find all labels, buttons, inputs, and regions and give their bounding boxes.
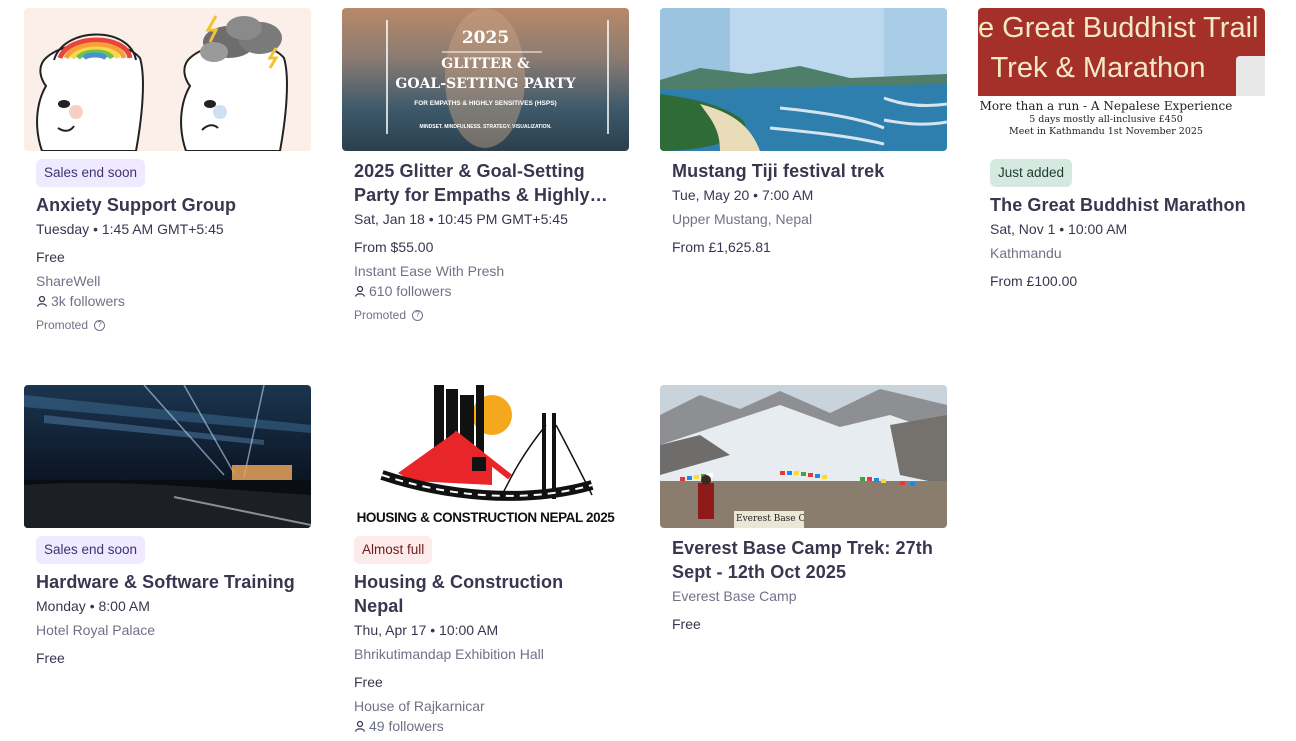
event-title[interactable]: Hardware & Software Training: [36, 570, 299, 594]
event-price: From $55.00: [354, 239, 434, 255]
followers-label: 610 followers: [369, 283, 452, 299]
status-badge: Just added: [990, 159, 1073, 188]
followers-count: 3k followers: [36, 291, 299, 311]
event-image[interactable]: [24, 8, 311, 151]
event-image[interactable]: Everest Base Camp: [660, 385, 947, 528]
event-location: Everest Base Camp: [672, 588, 797, 604]
event-image[interactable]: HOUSING & CONSTRUCTION NEPAL 2025: [342, 385, 629, 528]
event-location: Kathmandu: [990, 245, 1062, 262]
followers-label: 49 followers: [369, 718, 444, 735]
event-date: Tue, May 20 • 7:00 AM: [672, 187, 814, 203]
event-title[interactable]: The Great Buddhist Marathon: [990, 193, 1253, 217]
event-price: From £100.00: [990, 273, 1078, 290]
organizer-name[interactable]: ShareWell: [36, 271, 299, 291]
event-title[interactable]: Mustang Tiji festival trek: [672, 159, 935, 183]
event-card-anxiety-support-group[interactable]: Sales end soon Anxiety Support Group Tue…: [24, 8, 311, 333]
event-price: From £1,625.81: [672, 239, 771, 255]
event-price: Free: [36, 650, 65, 667]
info-icon[interactable]: ?: [94, 319, 106, 331]
poster-line4: MINDSET. MINDFULNESS. STRATEGY. VISUALIZ…: [419, 124, 552, 130]
banner-line2: Trek & Marathon: [990, 52, 1206, 84]
everest-base-camp-photo: [660, 385, 947, 528]
event-location: Bhrikutimandap Exhibition Hall: [354, 646, 544, 663]
promoted-text: Promoted: [36, 318, 89, 333]
event-date: Sat, Nov 1 • 10:00 AM: [990, 221, 1128, 238]
event-card-glitter-party[interactable]: 2025 GLITTER & GOAL-SETTING PARTY FOR EM…: [342, 8, 629, 323]
promoted-text: Promoted: [354, 308, 407, 322]
organizer-name[interactable]: Instant Ease With Presh: [354, 261, 617, 281]
banner-line5: Meet in Kathmandu 1st November 2025: [1009, 126, 1203, 137]
two-heads-illustration: [36, 15, 288, 151]
event-price: Free: [354, 674, 383, 691]
event-image[interactable]: 2025 GLITTER & GOAL-SETTING PARTY FOR EM…: [342, 8, 629, 151]
event-date: Sat, Jan 18 • 10:45 PM GMT+5:45: [354, 211, 568, 227]
event-image[interactable]: e Great Buddhist Trail Trek & Marathon M…: [978, 8, 1265, 151]
camp-sign: Everest Base Camp: [736, 514, 804, 524]
event-date: Monday • 8:00 AM: [36, 598, 150, 615]
stupa-graphic: [1236, 56, 1265, 96]
event-title[interactable]: Everest Base Camp Trek: 27th Sept - 12th…: [672, 536, 934, 584]
event-card-everest-base-camp[interactable]: Everest Base Camp Everest Base Camp Trek…: [660, 385, 947, 634]
event-location: Hotel Royal Palace: [36, 622, 156, 639]
event-card-buddhist-marathon[interactable]: e Great Buddhist Trail Trek & Marathon M…: [978, 8, 1265, 291]
event-title[interactable]: Housing & Construction Nepal: [354, 570, 617, 618]
followers-count: 610 followers: [354, 281, 617, 301]
event-card-mustang-tiji[interactable]: Mustang Tiji festival trek Tue, May 20 •…: [660, 8, 947, 257]
event-image[interactable]: [24, 385, 311, 528]
person-icon: [354, 720, 366, 732]
event-card-housing-construction[interactable]: HOUSING & CONSTRUCTION NEPAL 2025 Almost…: [342, 385, 629, 736]
banner-line4: 5 days mostly all-inclusive £450: [1029, 114, 1183, 125]
banner-line3: More than a run - A Nepalese Experience: [979, 99, 1233, 113]
conference-hall-scene: [24, 385, 311, 528]
housing-construction-logo: [380, 385, 594, 501]
event-title[interactable]: 2025 Glitter & Goal-Setting Party for Em…: [354, 159, 616, 207]
poster-line3: FOR EMPATHS & HIGHLY SENSITIVES (HSPS): [414, 100, 557, 107]
poster-line1: GLITTER &: [441, 56, 530, 72]
event-image[interactable]: [660, 8, 947, 151]
event-date: Tuesday • 1:45 AM GMT+5:45: [36, 221, 224, 238]
promoted-label: Promoted ?: [354, 307, 617, 323]
status-badge: Sales end soon: [36, 536, 146, 565]
event-location: Upper Mustang, Nepal: [672, 211, 813, 227]
promoted-label: Promoted ?: [36, 317, 299, 333]
followers-count: 49 followers: [354, 716, 617, 736]
banner-line1: e Great Buddhist Trail: [978, 12, 1259, 44]
organizer-name[interactable]: House of Rajkarnicar: [354, 696, 617, 716]
event-card-hardware-software-training[interactable]: Sales end soon Hardware & Software Train…: [24, 385, 311, 668]
person-icon: [36, 295, 48, 307]
event-price: Free: [672, 616, 701, 632]
poster-line2: GOAL-SETTING PARTY: [395, 76, 576, 92]
info-icon[interactable]: ?: [412, 309, 424, 321]
followers-label: 3k followers: [51, 293, 125, 310]
status-badge: Sales end soon: [36, 159, 146, 188]
status-badge: Almost full: [354, 536, 433, 565]
poster-year: 2025: [461, 28, 510, 48]
event-title[interactable]: Anxiety Support Group: [36, 193, 299, 217]
person-icon: [354, 285, 366, 297]
coastline-collage: [660, 8, 947, 151]
event-price: Free: [36, 249, 65, 266]
event-date: Thu, Apr 17 • 10:00 AM: [354, 622, 499, 639]
logo-caption: HOUSING & CONSTRUCTION NEPAL 2025: [356, 510, 615, 525]
